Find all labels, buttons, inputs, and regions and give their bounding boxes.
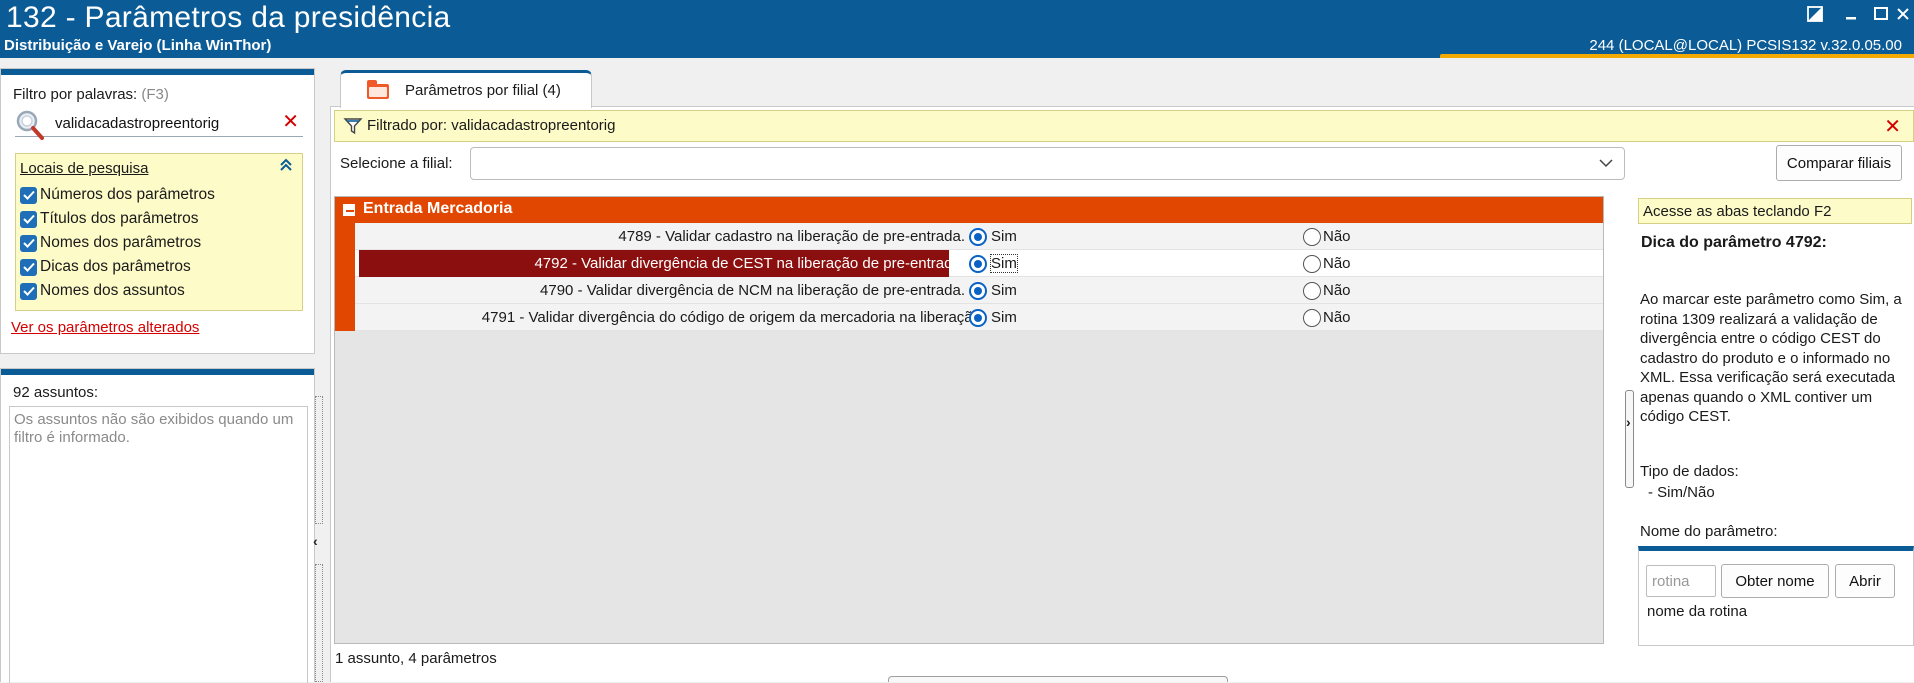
open-button[interactable]: Abrir bbox=[1835, 564, 1895, 598]
radio-yes-label: Sim bbox=[991, 309, 1017, 326]
radio-no[interactable] bbox=[1303, 309, 1321, 327]
checkbox-checked-icon bbox=[20, 210, 37, 228]
active-filter-bar: Filtrado por: validacadastropreentorig ✕ bbox=[334, 110, 1914, 142]
folder-icon bbox=[367, 80, 389, 99]
data-type-label: Tipo de dados: bbox=[1640, 463, 1739, 480]
radio-no-label: Não bbox=[1323, 255, 1351, 272]
data-type-value: - Sim/Não bbox=[1648, 484, 1715, 501]
active-filter-text: Filtrado por: validacadastropreentorig bbox=[367, 117, 616, 134]
parameter-row-4791[interactable]: 4791 - Validar divergência do código de … bbox=[355, 304, 1603, 331]
radio-yes[interactable] bbox=[969, 228, 987, 246]
radio-yes[interactable] bbox=[969, 255, 987, 273]
parameter-row-4789[interactable]: 4789 - Validar cadastro na liberação de … bbox=[355, 223, 1603, 250]
group-title: Entrada Mercadoria bbox=[363, 200, 513, 217]
checkbox-parameter-names[interactable]: Nomes dos parâmetros bbox=[20, 232, 201, 254]
panel-topbar bbox=[1, 369, 314, 375]
rotina-input[interactable] bbox=[1646, 565, 1716, 597]
bottom-scroll-handle[interactable] bbox=[888, 676, 1228, 682]
radio-no[interactable] bbox=[1303, 255, 1321, 273]
search-icon bbox=[15, 109, 47, 140]
subjects-empty-message: Os assuntos não são exibidos quando um f… bbox=[14, 411, 294, 446]
tab-label: Parâmetros por filial (4) bbox=[405, 82, 561, 99]
checkbox-parameter-titles[interactable]: Títulos dos parâmetros bbox=[20, 208, 199, 230]
title-accent-line bbox=[1440, 54, 1914, 58]
tab-parameters-by-branch[interactable]: Parâmetros por filial (4) bbox=[340, 70, 592, 108]
search-field[interactable]: ✕ bbox=[15, 109, 303, 140]
hint-title: Dica do parâmetro 4792: bbox=[1641, 234, 1827, 251]
window-subtitle: Distribuição e Varejo (Linha WinThor) bbox=[4, 37, 272, 54]
subjects-panel: 92 assuntos: Os assuntos não são exibido… bbox=[0, 368, 315, 683]
group-header[interactable]: Entrada Mercadoria bbox=[335, 197, 1603, 223]
collapse-group-icon[interactable] bbox=[343, 204, 355, 216]
parameter-name: 4792 - Validar divergência de CEST na li… bbox=[534, 255, 965, 272]
system-info: 244 (LOCAL@LOCAL) PCSIS132 v.32.0.05.00 bbox=[1589, 37, 1902, 54]
checkbox-checked-icon bbox=[20, 234, 37, 252]
hint-panel-handle[interactable] bbox=[1625, 390, 1634, 488]
hint-description: Ao marcar este parâmetro como Sim, a rot… bbox=[1640, 291, 1902, 425]
radio-no-label: Não bbox=[1323, 309, 1351, 326]
checkbox-checked-icon bbox=[20, 186, 37, 204]
subjects-list: Os assuntos não são exibidos quando um f… bbox=[9, 406, 308, 683]
close-icon[interactable] bbox=[1892, 3, 1914, 25]
parameter-name: 4789 - Validar cadastro na liberação de … bbox=[618, 228, 965, 245]
radio-yes[interactable] bbox=[969, 309, 987, 327]
radio-no-label: Não bbox=[1323, 228, 1351, 245]
filter-label: Filtro por palavras: (F3) bbox=[13, 86, 169, 103]
search-locations-box: Locais de pesquisa Números dos parâmetro… bbox=[15, 153, 303, 311]
chevron-right-icon[interactable]: › bbox=[1626, 414, 1631, 430]
branch-select-label: Selecione a filial: bbox=[340, 155, 453, 172]
radio-yes-label: Sim bbox=[991, 228, 1017, 245]
collapse-up-icon[interactable] bbox=[280, 158, 292, 176]
rotina-name-value: nome da rotina bbox=[1647, 603, 1748, 620]
checkbox-subject-names[interactable]: Nomes dos assuntos bbox=[20, 280, 185, 302]
search-locations-title: Locais de pesquisa bbox=[20, 160, 149, 177]
grid-status-text: 1 assunto, 4 parâmetros bbox=[335, 650, 497, 667]
splitter-grip bbox=[315, 396, 323, 524]
radio-yes-label: Sim bbox=[990, 254, 1018, 273]
radio-yes-label: Sim bbox=[991, 282, 1017, 299]
clear-filter-icon[interactable]: ✕ bbox=[1884, 114, 1901, 139]
theme-toggle-icon[interactable] bbox=[1800, 3, 1830, 25]
parameter-row-4792[interactable]: 4792 - Validar divergência de CEST na li… bbox=[355, 250, 1603, 277]
checkbox-checked-icon bbox=[20, 258, 37, 276]
branch-select[interactable] bbox=[470, 147, 1625, 180]
shortcut-hint-text: Acesse as abas teclando F2 bbox=[1643, 203, 1832, 220]
parameter-name-panel: Obter nome Abrir nome da rotina bbox=[1638, 546, 1914, 646]
radio-yes[interactable] bbox=[969, 282, 987, 300]
view-altered-parameters-link[interactable]: Ver os parâmetros alterados bbox=[11, 319, 199, 336]
search-input[interactable] bbox=[53, 111, 273, 135]
minimize-icon[interactable] bbox=[1836, 3, 1866, 25]
shortcut-hint-bar: Acesse as abas teclando F2 bbox=[1638, 198, 1912, 224]
clear-search-icon[interactable]: ✕ bbox=[282, 111, 299, 133]
parameter-row-4790[interactable]: 4790 - Validar divergência de NCM na lib… bbox=[355, 277, 1603, 304]
subjects-count: 92 assuntos: bbox=[13, 384, 99, 401]
radio-no[interactable] bbox=[1303, 228, 1321, 246]
get-name-button[interactable]: Obter nome bbox=[1721, 564, 1829, 598]
filter-panel: Filtro por palavras: (F3) ✕ Locais de pe… bbox=[0, 68, 315, 354]
chevron-down-icon bbox=[1598, 156, 1614, 174]
checkbox-checked-icon bbox=[20, 282, 37, 300]
collapse-left-icon[interactable]: ‹ bbox=[313, 533, 318, 549]
radio-no-label: Não bbox=[1323, 282, 1351, 299]
parameter-name: 4791 - Validar divergência do código de … bbox=[481, 309, 981, 326]
panel-topbar bbox=[1, 69, 314, 75]
title-bar: 132 - Parâmetros da presidência Distribu… bbox=[0, 0, 1914, 58]
filter-funnel-icon bbox=[343, 116, 363, 140]
radio-no[interactable] bbox=[1303, 282, 1321, 300]
window-title: 132 - Parâmetros da presidência bbox=[6, 1, 451, 34]
splitter-grip bbox=[315, 564, 323, 682]
compare-branches-button[interactable]: Comparar filiais bbox=[1776, 145, 1902, 181]
group-side-bar bbox=[335, 223, 355, 331]
checkbox-parameter-hints[interactable]: Dicas dos parâmetros bbox=[20, 256, 191, 278]
parameter-name-label: Nome do parâmetro: bbox=[1640, 523, 1778, 540]
filter-shortcut-hint: (F3) bbox=[141, 86, 169, 103]
parameter-name: 4790 - Validar divergência de NCM na lib… bbox=[540, 282, 965, 299]
parameters-grid: Entrada Mercadoria 4789 - Validar cadast… bbox=[334, 196, 1604, 644]
checkbox-parameter-numbers[interactable]: Números dos parâmetros bbox=[20, 184, 215, 206]
